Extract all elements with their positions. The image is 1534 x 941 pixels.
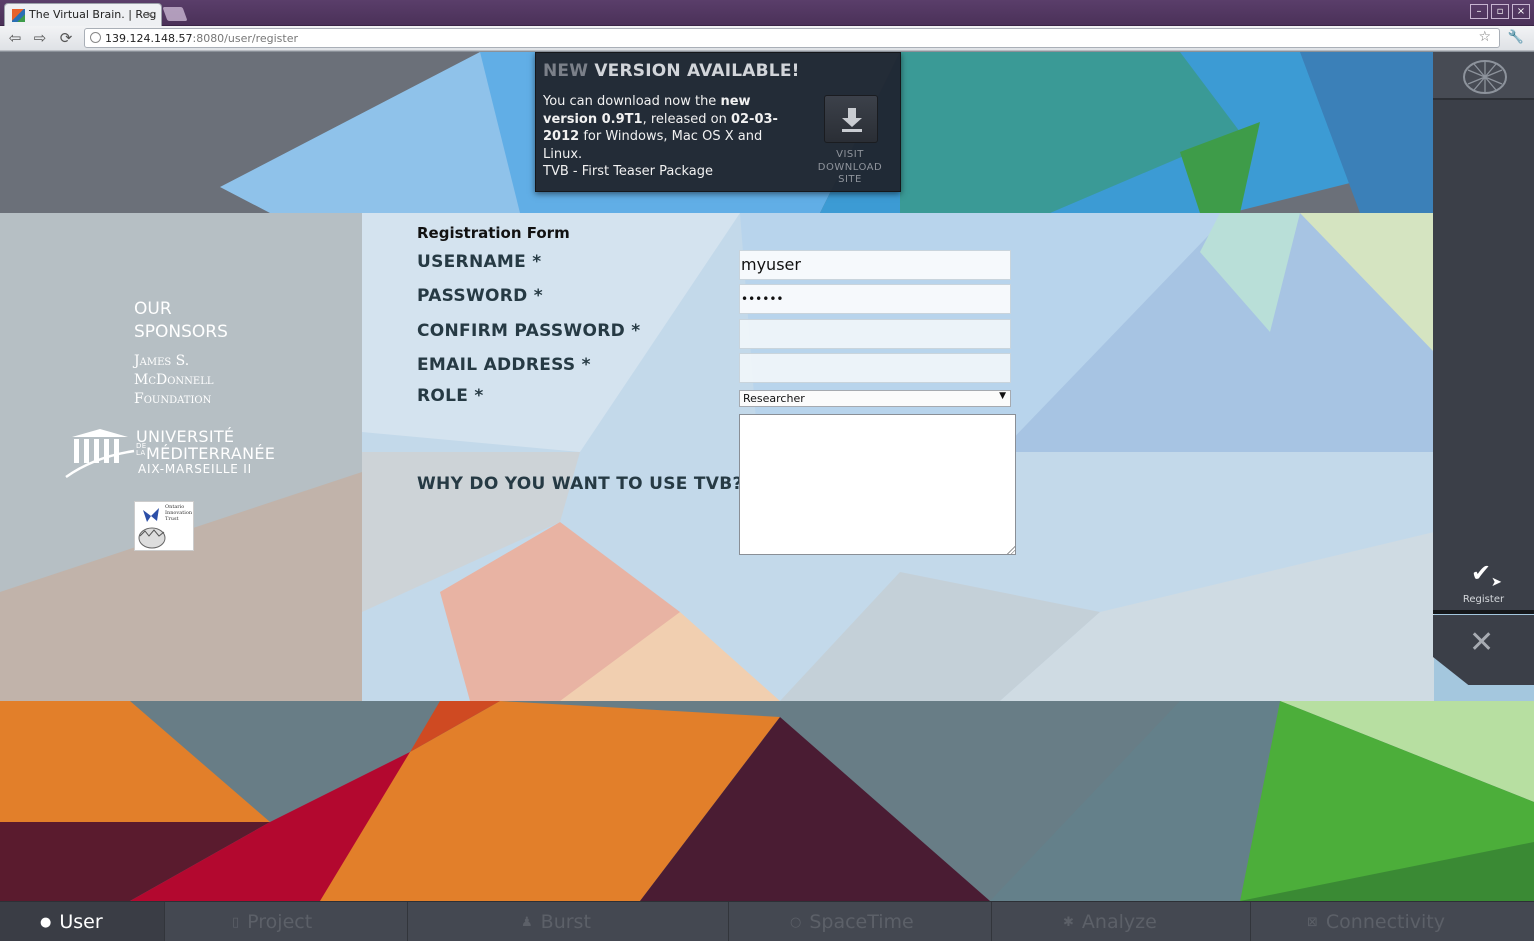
document-icon: ▯ xyxy=(232,915,240,930)
confirm-password-field[interactable] xyxy=(739,319,1011,349)
notice-package: TVB - First Teaser Package xyxy=(543,164,714,179)
download-button[interactable] xyxy=(824,95,878,143)
browser-titlebar: The Virtual Brain. | Reg × – ▫ × xyxy=(0,0,1534,26)
address-bar[interactable]: 139.124.148.57:8080/user/register ☆ xyxy=(84,28,1500,48)
flask-icon: ♟ xyxy=(521,915,533,930)
nav-tab-project[interactable]: ▯ Project xyxy=(166,902,408,941)
download-label: VISIT xyxy=(836,149,864,160)
nav-tab-label: Burst xyxy=(540,911,591,933)
university-temple-icon xyxy=(65,429,135,479)
url-path: :8080/user/register xyxy=(192,32,299,45)
nav-tab-analyze[interactable]: ✱ Analyze xyxy=(993,902,1251,941)
site-info-icon[interactable] xyxy=(90,32,101,43)
dropdown-arrow-icon: ▼ xyxy=(999,391,1006,401)
username-label: USERNAME * xyxy=(417,252,542,272)
register-label: Register xyxy=(1462,594,1505,605)
pin-icon: ○ xyxy=(790,915,802,930)
url-host: 139.124.148.57 xyxy=(105,32,193,45)
reload-icon[interactable]: ⟳ xyxy=(56,29,76,47)
register-button[interactable]: ✔ ➤ Register xyxy=(1433,555,1534,611)
back-arrow-icon[interactable]: ⇦ xyxy=(5,29,25,47)
sponsors-heading-line: OUR xyxy=(134,299,172,319)
maximize-button[interactable]: ▫ xyxy=(1491,4,1509,19)
notice-text: , released on xyxy=(642,111,731,127)
brain-logo-icon[interactable] xyxy=(1462,58,1508,96)
minimize-button[interactable]: – xyxy=(1470,4,1488,19)
password-field[interactable]: •••••• xyxy=(739,284,1011,314)
oit-line: Trust xyxy=(165,516,179,522)
download-link[interactable]: VISIT DOWNLOAD SITE xyxy=(806,149,894,187)
tab-title: The Virtual Brain. | Reg xyxy=(29,8,157,21)
university-mediterranee: MÉDITERRANÉE xyxy=(146,444,276,463)
bookmark-star-icon[interactable]: ☆ xyxy=(1478,29,1491,45)
password-label: PASSWORD * xyxy=(417,286,543,306)
wrench-menu-icon[interactable]: 🔧 xyxy=(1508,30,1524,45)
nav-tab-spacetime[interactable]: ○ SpaceTime xyxy=(730,902,992,941)
why-use-tvb-textarea[interactable] xyxy=(739,414,1016,555)
checkmark-icon: ✔ xyxy=(1471,559,1492,587)
nav-tab-label: User xyxy=(59,911,103,933)
role-label: ROLE * xyxy=(417,386,484,406)
university-subtitle: AIX-MARSEILLE II xyxy=(138,462,252,476)
notice-title-main: VERSION AVAILABLE! xyxy=(594,61,800,81)
close-window-button[interactable]: × xyxy=(1512,4,1530,19)
mouse-cursor-icon: ➤ xyxy=(1491,575,1502,590)
mcdonnell-foundation-logo[interactable]: James S. McDonnell Foundation xyxy=(134,352,254,409)
mcdonnell-line: McDonnell xyxy=(134,372,214,388)
why-use-tvb-label: WHY DO YOU WANT TO USE TVB? xyxy=(417,474,743,494)
window-controls: – ▫ × xyxy=(1470,4,1530,19)
nav-tab-user[interactable]: ● User xyxy=(0,902,165,941)
bottom-navigation: ● User ▯ Project ♟ Burst ○ SpaceTime ✱ Analyz… xyxy=(0,901,1534,941)
browser-toolbar: ⇦ ⇨ ⟳ 139.124.148.57:8080/user/register … xyxy=(0,26,1534,51)
nav-tab-label: Connectivity xyxy=(1325,911,1445,933)
new-version-notice: NEW VERSION AVAILABLE! You can download … xyxy=(535,52,901,192)
browser-tab[interactable]: The Virtual Brain. | Reg × xyxy=(4,3,162,26)
notice-title-new: NEW xyxy=(543,61,589,81)
sponsors-heading: OUR SPONSORS xyxy=(134,298,254,344)
ontario-innovation-trust-logo[interactable]: Ontario Innovation Trust xyxy=(134,501,194,551)
role-select[interactable]: Researcher ▼ xyxy=(739,390,1011,407)
mcdonnell-line: Foundation xyxy=(134,391,212,407)
notice-text: You can download now the xyxy=(543,94,721,109)
sidebar-divider xyxy=(1433,610,1534,614)
new-tab-button[interactable] xyxy=(162,7,188,21)
sponsors-heading-line: SPONSORS xyxy=(134,322,228,342)
role-selected-value: Researcher xyxy=(743,392,805,405)
oit-text: Ontario Innovation Trust xyxy=(165,504,192,522)
notice-title: NEW VERSION AVAILABLE! xyxy=(543,61,800,81)
action-sidebar: ✔ ➤ Register xyxy=(1433,52,1534,614)
download-icon xyxy=(842,108,862,132)
butterfly-egg-icon xyxy=(138,508,166,549)
tvb-favicon-icon xyxy=(12,9,25,22)
nav-tab-label: SpaceTime xyxy=(809,911,914,933)
mcdonnell-line: James S. xyxy=(134,353,190,369)
form-title: Registration Form xyxy=(417,224,570,242)
resize-grip-icon[interactable] xyxy=(1007,546,1015,554)
username-field[interactable]: myuser xyxy=(739,250,1011,280)
nav-tab-connectivity[interactable]: ⊠ Connectivity xyxy=(1252,902,1534,941)
download-label: SITE xyxy=(838,174,862,185)
forward-arrow-icon[interactable]: ⇨ xyxy=(30,29,50,47)
nav-tab-label: Analyze xyxy=(1081,911,1157,933)
tab-close-icon[interactable]: × xyxy=(146,8,155,21)
nav-tab-burst[interactable]: ♟ Burst xyxy=(409,902,729,941)
gear-icon: ✱ xyxy=(1063,915,1074,930)
university-name-2: DE LA MÉDITERRANÉE xyxy=(136,443,276,464)
download-label: DOWNLOAD xyxy=(817,161,883,173)
email-label: EMAIL ADDRESS * xyxy=(417,355,591,375)
email-field[interactable] xyxy=(739,353,1011,383)
confirm-password-label: CONFIRM PASSWORD * xyxy=(417,321,641,341)
nav-tab-label: Project xyxy=(247,911,313,933)
sidebar-header xyxy=(1433,52,1534,100)
close-icon: ✕ xyxy=(1469,625,1495,660)
notice-body: You can download now the new version 0.9… xyxy=(543,93,783,181)
connectivity-icon: ⊠ xyxy=(1307,915,1318,930)
universite-mediterranee-logo[interactable]: UNIVERSITÉ DE LA MÉDITERRANÉE AIX-MARSEI… xyxy=(64,427,284,479)
user-icon: ● xyxy=(40,915,52,930)
university-la: LA xyxy=(136,449,146,457)
page-content: NEW VERSION AVAILABLE! You can download … xyxy=(0,52,1534,901)
